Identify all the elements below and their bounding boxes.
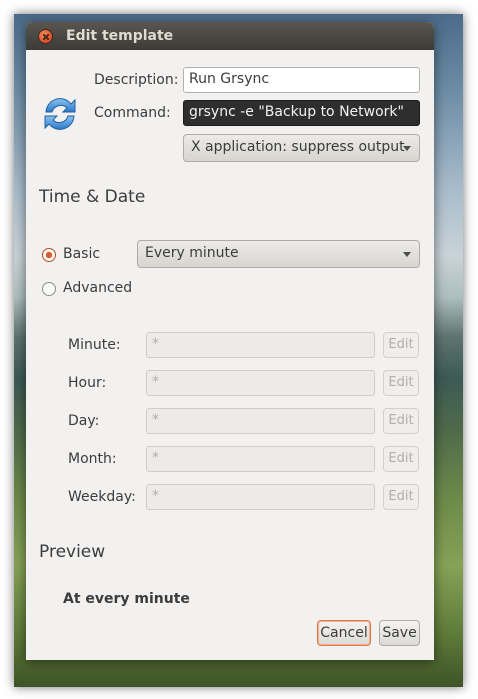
- weekday-field[interactable]: *: [146, 484, 375, 510]
- day-label: Day:: [68, 413, 100, 429]
- close-icon[interactable]: [38, 29, 53, 44]
- time-date-heading: Time & Date: [39, 187, 146, 207]
- month-field[interactable]: *: [146, 446, 375, 472]
- advanced-radio[interactable]: [42, 282, 56, 296]
- command-input[interactable]: grsync -e "Backup to Network": [183, 100, 420, 126]
- frequency-dropdown[interactable]: Every minute: [137, 240, 420, 268]
- description-label: Description:: [94, 72, 179, 88]
- save-button[interactable]: Save: [379, 620, 420, 646]
- advanced-label[interactable]: Advanced: [63, 280, 132, 296]
- weekday-edit-button[interactable]: Edit: [383, 484, 419, 510]
- output-option-dropdown[interactable]: X application: suppress output: [183, 134, 420, 162]
- edit-template-dialog: Edit template Description: Run Grsync Co…: [26, 22, 434, 660]
- month-label: Month:: [68, 451, 117, 467]
- minute-field[interactable]: *: [146, 332, 375, 358]
- chevron-down-icon: [403, 146, 411, 151]
- chevron-down-icon: [403, 252, 411, 257]
- hour-label: Hour:: [68, 375, 107, 391]
- cancel-button[interactable]: Cancel: [317, 620, 371, 646]
- minute-label: Minute:: [68, 337, 121, 353]
- refresh-icon: [40, 94, 80, 134]
- command-label: Command:: [94, 105, 171, 121]
- hour-field[interactable]: *: [146, 370, 375, 396]
- preview-heading: Preview: [39, 542, 106, 562]
- basic-label[interactable]: Basic: [63, 246, 100, 262]
- day-edit-button[interactable]: Edit: [383, 408, 419, 434]
- description-input[interactable]: Run Grsync: [183, 67, 420, 93]
- output-option-value: X application: suppress output: [191, 139, 405, 155]
- month-edit-button[interactable]: Edit: [383, 446, 419, 472]
- hour-edit-button[interactable]: Edit: [383, 370, 419, 396]
- title-bar: Edit template: [26, 22, 434, 50]
- window-title: Edit template: [66, 28, 174, 44]
- preview-text: At every minute: [63, 591, 190, 607]
- day-field[interactable]: *: [146, 408, 375, 434]
- weekday-label: Weekday:: [68, 489, 136, 505]
- basic-radio[interactable]: [42, 248, 56, 262]
- frequency-value: Every minute: [145, 245, 239, 261]
- minute-edit-button[interactable]: Edit: [383, 332, 419, 358]
